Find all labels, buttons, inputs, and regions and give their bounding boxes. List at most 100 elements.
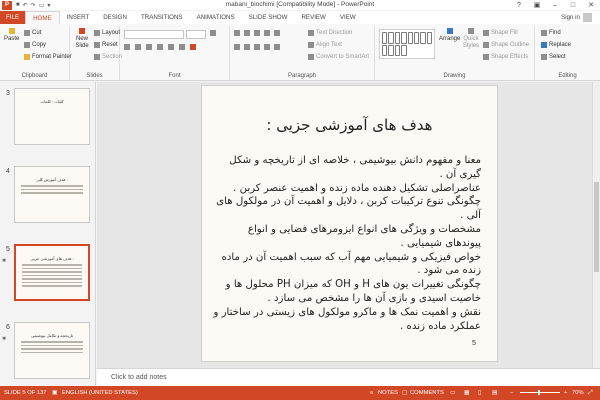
slide-thumbnail-4[interactable]: هدف آموزش کلی : bbox=[14, 166, 90, 223]
shape-effects-button[interactable]: Shape Effects bbox=[483, 54, 528, 60]
new-slide-button[interactable]: New Slide bbox=[72, 28, 92, 50]
shape-thumb[interactable] bbox=[420, 32, 426, 44]
sign-in-link[interactable]: Sign in bbox=[561, 14, 580, 21]
font-size-select[interactable] bbox=[186, 30, 206, 39]
zoom-in-icon[interactable]: + bbox=[564, 390, 567, 396]
tab-animations[interactable]: ANIMATIONS bbox=[190, 11, 242, 24]
save-icon[interactable]: ■ bbox=[16, 2, 20, 9]
shape-thumb[interactable] bbox=[382, 32, 388, 44]
shape-outline-button[interactable]: Shape Outline bbox=[483, 42, 529, 48]
find-button[interactable]: Find bbox=[541, 30, 561, 36]
underline-icon[interactable] bbox=[146, 44, 152, 50]
tab-review[interactable]: REVIEW bbox=[294, 11, 332, 24]
tab-view[interactable]: VIEW bbox=[333, 11, 363, 24]
numbering-icon[interactable] bbox=[244, 30, 250, 36]
reset-button[interactable]: Reset bbox=[94, 42, 118, 48]
shape-thumb[interactable] bbox=[401, 44, 407, 56]
help-button[interactable]: ? bbox=[510, 0, 528, 10]
format-painter-button[interactable]: Format Painter bbox=[24, 54, 72, 60]
tab-home[interactable]: HOME bbox=[25, 11, 60, 24]
notes-toggle[interactable]: NOTES bbox=[378, 390, 398, 396]
comments-toggle[interactable]: COMMENTS bbox=[410, 390, 444, 396]
shape-thumb[interactable] bbox=[394, 44, 401, 56]
font-name-select[interactable] bbox=[124, 30, 184, 39]
quick-styles-button[interactable]: Quick Styles bbox=[461, 28, 481, 50]
change-case-icon[interactable] bbox=[179, 44, 185, 50]
italic-icon[interactable] bbox=[135, 44, 141, 50]
avatar[interactable] bbox=[583, 13, 592, 22]
bold-icon[interactable] bbox=[124, 44, 130, 50]
text-direction-button[interactable]: Text Direction bbox=[308, 30, 352, 36]
shape-thumb[interactable] bbox=[394, 32, 401, 44]
spacing-icon[interactable] bbox=[168, 44, 174, 50]
zoom-slider-knob[interactable] bbox=[538, 390, 540, 395]
section-button[interactable]: Section bbox=[94, 54, 122, 60]
increase-indent-icon[interactable] bbox=[264, 30, 270, 36]
normal-view-icon[interactable]: ▭ bbox=[450, 390, 455, 396]
font-color-icon[interactable] bbox=[190, 44, 196, 50]
align-text-button[interactable]: Align Text bbox=[308, 42, 342, 48]
slide-title[interactable]: هدف های آموزشی جزیی : bbox=[202, 116, 497, 134]
decrease-indent-icon[interactable] bbox=[254, 30, 260, 36]
zoom-level[interactable]: 70% bbox=[572, 390, 584, 396]
shapes-gallery[interactable] bbox=[379, 29, 435, 59]
paste-button[interactable]: Paste bbox=[4, 28, 19, 42]
select-button[interactable]: Select bbox=[541, 54, 566, 60]
language-indicator[interactable]: ENGLISH (UNITED STATES) bbox=[62, 390, 138, 396]
shape-thumb[interactable] bbox=[388, 32, 394, 44]
align-left-icon[interactable] bbox=[234, 44, 240, 50]
slide-sorter-icon[interactable]: ▦ bbox=[464, 390, 469, 396]
tab-transitions[interactable]: TRANSITIONS bbox=[134, 11, 190, 24]
fit-slide-icon[interactable]: ⤢ bbox=[588, 390, 593, 397]
customize-qat-icon[interactable]: ▾ bbox=[47, 2, 50, 9]
scrollbar-thumb[interactable] bbox=[594, 182, 599, 272]
magnifier-icon bbox=[541, 30, 547, 36]
tab-file[interactable]: FILE bbox=[0, 11, 26, 24]
zoom-slider[interactable] bbox=[520, 390, 560, 395]
shape-thumb[interactable] bbox=[413, 32, 420, 44]
slide-thumbnail-6[interactable]: تاریخچه و تکامل بیوشیمی bbox=[14, 322, 90, 379]
strikethrough-icon[interactable] bbox=[157, 44, 163, 50]
proofing-icon[interactable]: ▣ bbox=[52, 390, 57, 396]
slide-body[interactable]: معنا و مفهوم دانش بیوشیمی ، خلاصه ای از … bbox=[212, 154, 481, 333]
tab-insert[interactable]: INSERT bbox=[60, 11, 97, 24]
copy-button[interactable]: Copy bbox=[24, 42, 46, 48]
slide-bullet: چگونگی تغییرات یون های H و OH که میزان P… bbox=[225, 279, 481, 304]
ribbon-display-button[interactable]: ▣ bbox=[528, 0, 546, 10]
slideshow-icon[interactable]: ▭ bbox=[39, 2, 45, 9]
zoom-out-icon[interactable]: – bbox=[510, 390, 513, 396]
arrange-button[interactable]: Arrange bbox=[439, 28, 460, 42]
replace-button[interactable]: Replace bbox=[541, 42, 571, 48]
editing-group: Find Replace Select Editing bbox=[535, 26, 600, 80]
maximize-button[interactable]: □ bbox=[564, 0, 582, 10]
cut-button[interactable]: Cut bbox=[24, 30, 41, 36]
reading-view-icon[interactable]: ▯ bbox=[478, 390, 481, 396]
justify-icon[interactable] bbox=[264, 44, 270, 50]
columns-icon[interactable] bbox=[274, 44, 280, 50]
slide-thumbnail-3[interactable]: کلیات : کلمات bbox=[14, 88, 90, 145]
current-slide[interactable]: هدف های آموزشی جزیی : معنا و مفهوم دانش … bbox=[201, 85, 498, 362]
layout-button[interactable]: Layout bbox=[94, 30, 120, 36]
convert-smartart-button[interactable]: Convert to SmartArt bbox=[308, 54, 369, 60]
grow-font-button[interactable] bbox=[210, 30, 216, 36]
vertical-scrollbar[interactable] bbox=[592, 82, 600, 368]
shape-thumb[interactable] bbox=[407, 32, 413, 44]
slide-thumbnail-5[interactable]: هدف های آموزشی جزیی : bbox=[14, 244, 90, 301]
align-right-icon[interactable] bbox=[254, 44, 260, 50]
line-spacing-icon[interactable] bbox=[274, 30, 280, 36]
minimize-button[interactable]: – bbox=[546, 0, 564, 10]
align-center-icon[interactable] bbox=[244, 44, 250, 50]
redo-icon[interactable]: ↷ bbox=[31, 2, 36, 9]
undo-icon[interactable]: ↶ bbox=[23, 2, 28, 9]
shape-fill-button[interactable]: Shape Fill bbox=[483, 30, 518, 36]
shape-thumb[interactable] bbox=[401, 32, 407, 44]
slideshow-view-icon[interactable]: ▤ bbox=[492, 390, 497, 396]
tab-design[interactable]: DESIGN bbox=[96, 11, 134, 24]
shape-thumb[interactable] bbox=[426, 32, 432, 44]
shape-thumb[interactable] bbox=[388, 44, 394, 56]
bullets-icon[interactable] bbox=[234, 30, 240, 36]
shape-thumb[interactable] bbox=[382, 44, 388, 56]
close-button[interactable]: ✕ bbox=[582, 0, 600, 10]
notes-pane[interactable]: Click to add notes bbox=[97, 368, 600, 386]
tab-slide-show[interactable]: SLIDE SHOW bbox=[242, 11, 295, 24]
